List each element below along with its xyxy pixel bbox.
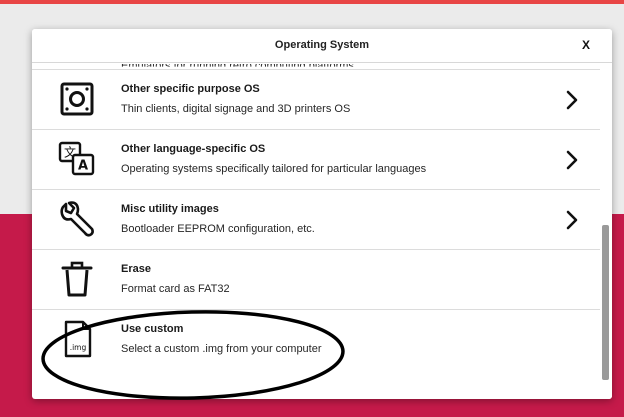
os-list-item-description: Operating systems specifically tailored … [121,163,427,175]
os-list-item-description: Format card as FAT32 [121,283,230,295]
os-list-item-erase[interactable]: Erase Format card as FAT32 [32,250,600,310]
close-button[interactable]: X [582,38,590,52]
os-list-item-description: Select a custom .img from your computer [121,343,322,355]
os-list: Emulators for running retro computing pl… [32,64,600,399]
os-list-item-description: Bootloader EEPROM configuration, etc. [121,223,315,235]
wrench-icon [58,200,96,238]
os-list-item-title: Other language-specific OS [121,143,266,155]
language-icon: 文 A [58,140,96,178]
os-list-item-description: Thin clients, digital signage and 3D pri… [121,103,351,115]
square-target-icon [58,80,96,118]
os-list-item-misc-utility[interactable]: Misc utility images Bootloader EEPROM co… [32,190,600,250]
dialog-title: Operating System [274,39,370,51]
os-list-item-title: Use custom [121,323,184,335]
chevron-right-icon [566,210,578,230]
img-file-icon-label: .img [70,343,87,352]
img-file-icon: .img [58,320,96,358]
os-list-item-use-custom[interactable]: .img Use custom Select a custom .img fro… [32,310,600,370]
os-list-item-title: Erase [121,263,151,275]
dialog-header: Operating System X [32,29,612,63]
operating-system-dialog: Operating System X Emulators for running… [32,29,612,399]
chevron-right-icon [566,90,578,110]
os-list-item-title: Other specific purpose OS [121,83,260,95]
app-top-bar [0,0,624,4]
os-list-item-language-specific[interactable]: 文 A Other language-specific OS Operating… [32,130,600,190]
list-scrollbar-thumb[interactable] [602,225,609,380]
trash-icon [58,260,96,298]
svg-text:A: A [78,159,88,174]
chevron-right-icon [566,150,578,170]
os-list-item-title: Misc utility images [121,203,219,215]
os-list-item-specific-purpose[interactable]: Other specific purpose OS Thin clients, … [32,70,600,130]
